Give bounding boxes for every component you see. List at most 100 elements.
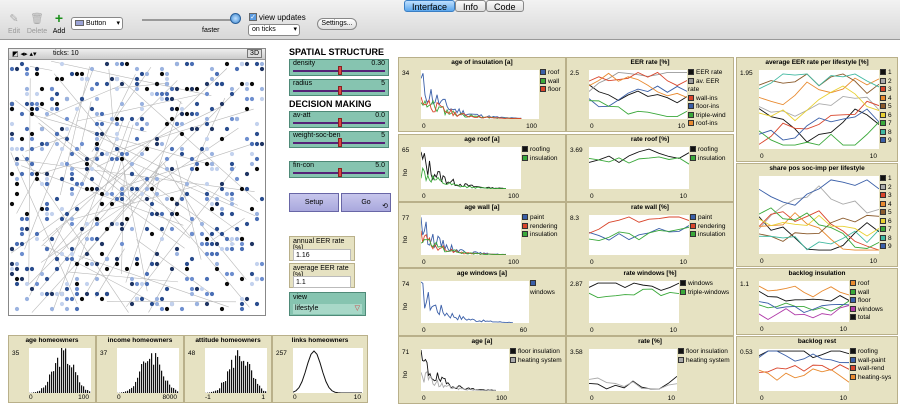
delete-icon[interactable]: 🗑 xyxy=(30,13,44,25)
plot-age-a-: age [a] 71 ho 0 100 floor insulation heating s… xyxy=(398,336,566,404)
av-att-slider[interactable]: av-att 0.0 xyxy=(289,111,389,128)
homeowner-agent xyxy=(84,261,90,267)
homeowner-agent xyxy=(64,136,70,142)
homeowner-agent xyxy=(24,156,30,162)
homeowner-agent xyxy=(59,291,65,297)
fin-con-slider[interactable]: fin-con 5.0 xyxy=(289,161,389,178)
histogram-bar xyxy=(265,391,267,393)
homeowner-agent xyxy=(219,136,225,142)
view-chooser[interactable]: view lifestyle ▽ xyxy=(289,292,366,316)
slider-knob[interactable] xyxy=(338,86,342,95)
homeowner-agent xyxy=(234,226,240,232)
histogram-bar xyxy=(67,363,69,393)
homeowner-agent xyxy=(74,286,80,292)
legend-label: 6 xyxy=(888,111,892,119)
legend-label: 4 xyxy=(888,200,892,208)
edit-icon[interactable]: ✎ xyxy=(7,13,21,25)
homeowner-agent xyxy=(69,151,75,157)
homeowner-agent xyxy=(9,271,15,277)
homeowner-agent xyxy=(34,281,40,287)
slider-knob[interactable] xyxy=(338,66,342,75)
homeowner-agent xyxy=(94,131,100,137)
histogram-bar xyxy=(149,358,151,393)
tab-bar: Interface Info Code xyxy=(404,0,524,12)
view-control-icons[interactable]: ◩ ◂▸ ▴▾ xyxy=(12,50,37,58)
homeowner-agent xyxy=(69,251,75,257)
homeowner-agent xyxy=(204,241,210,247)
view-updates-checkbox[interactable]: ✓ xyxy=(249,13,257,21)
update-mode-select[interactable]: on ticks ▾ xyxy=(248,24,300,36)
y-max-label: 35 xyxy=(12,350,20,357)
homeowner-agent xyxy=(144,226,150,232)
homeowner-agent xyxy=(159,226,165,232)
view-3d-button[interactable]: 3D xyxy=(247,49,262,58)
density-value: 0.30 xyxy=(371,60,385,67)
homeowner-agent xyxy=(39,141,45,147)
homeowner-agent xyxy=(214,166,220,172)
density-slider[interactable]: density 0.30 xyxy=(289,59,389,76)
world-view[interactable]: ◩ ◂▸ ▴▾ ticks: 10 3D xyxy=(8,48,266,316)
slider-knob[interactable] xyxy=(338,168,342,177)
series-line-paint xyxy=(421,217,507,255)
plot-legend: 123456789 xyxy=(880,175,894,252)
homeowner-agent xyxy=(209,231,215,237)
legend-item: insulation xyxy=(690,231,730,240)
histogram-bar xyxy=(233,367,235,393)
widget-type-select[interactable]: Button ▾ xyxy=(71,17,123,30)
homeowner-agent xyxy=(229,211,235,217)
homeowner-agent xyxy=(19,136,25,142)
x-min-label: 0 xyxy=(422,395,426,402)
homeowner-agent xyxy=(89,66,95,72)
speed-slider-knob[interactable] xyxy=(230,13,241,24)
homeowner-agent xyxy=(259,141,265,147)
homeowner-agent xyxy=(14,261,20,267)
add-icon[interactable]: + xyxy=(52,11,66,25)
plot-rate-windows-: rate windows [%] 2.87 0 10 windows triple-win… xyxy=(566,268,734,336)
decision-making-title: DECISION MAKING xyxy=(289,99,372,109)
homeowner-agent xyxy=(134,76,140,82)
homeowner-agent xyxy=(14,191,20,197)
homeowner-agent xyxy=(49,96,55,102)
series-line-3 xyxy=(759,210,879,251)
homeowner-agent xyxy=(79,71,85,77)
legend-swatch xyxy=(690,154,696,161)
homeowner-agent xyxy=(74,106,80,112)
add-button[interactable]: Add xyxy=(46,28,72,35)
link-line xyxy=(39,167,145,290)
y-axis-label: ho xyxy=(402,370,410,379)
view-chooser-label: view xyxy=(293,294,308,301)
plot-title: age wall [a] xyxy=(464,204,500,211)
legend-swatch xyxy=(850,373,856,380)
legend-swatch xyxy=(880,243,886,249)
homeowner-agent xyxy=(104,191,110,197)
tab-info[interactable]: Info xyxy=(455,0,487,12)
homeowner-agent xyxy=(219,206,225,212)
tab-interface[interactable]: Interface xyxy=(404,0,456,12)
slider-knob[interactable] xyxy=(338,138,342,147)
histogram-bar xyxy=(129,389,131,393)
link-line xyxy=(106,300,237,303)
homeowner-agent xyxy=(204,146,210,152)
settings-button[interactable]: Settings... xyxy=(317,18,357,30)
link-line xyxy=(86,161,163,292)
homeowner-agent xyxy=(144,71,150,77)
histogram-title: income homeowners xyxy=(107,337,173,344)
y-max-label: 37 xyxy=(100,350,108,357)
homeowner-agent xyxy=(44,171,50,177)
plot-backlog-rest: backlog rest 0.53 0 10 roofing wall-paint wall… xyxy=(736,336,898,404)
homeowner-agent xyxy=(169,301,175,307)
fin-con-label: fin-con xyxy=(293,162,315,169)
setup-button[interactable]: Setup xyxy=(289,193,339,212)
tab-code[interactable]: Code xyxy=(486,0,524,12)
y-max-label: 257 xyxy=(276,350,287,357)
homeowner-agent xyxy=(249,241,255,247)
radius-slider[interactable]: radius 5 xyxy=(289,79,389,96)
homeowner-agent xyxy=(119,156,125,162)
weight-soc-ben-slider[interactable]: weight-soc-ben 5 xyxy=(289,131,389,148)
slider-knob[interactable] xyxy=(338,118,342,127)
speed-slider-track[interactable] xyxy=(142,19,236,21)
homeowner-agent xyxy=(64,96,70,102)
plot-area xyxy=(589,70,687,119)
go-button[interactable]: Go ⟲ xyxy=(341,193,391,212)
homeowner-agent xyxy=(24,216,30,222)
